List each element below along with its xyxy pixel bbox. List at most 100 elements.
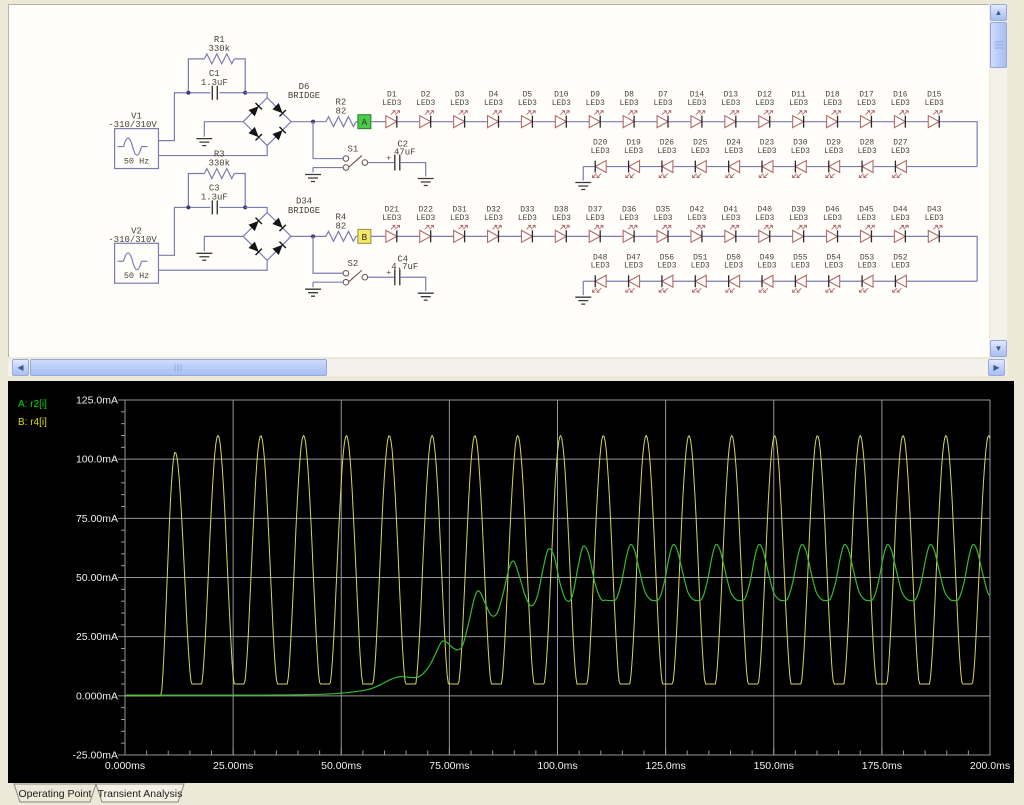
wire: [243, 98, 291, 146]
horizontal-scroll-thumb[interactable]: [30, 359, 327, 376]
led-triangle: [521, 230, 532, 242]
switch-name: S1: [348, 145, 359, 155]
led-D23[interactable]: D23LED3: [757, 139, 776, 178]
led-D28[interactable]: D28LED3: [857, 139, 876, 178]
led-D49[interactable]: D49LED3: [757, 253, 776, 292]
led-D47[interactable]: D47LED3: [624, 253, 643, 292]
led-triangle: [555, 116, 566, 128]
led-D25[interactable]: D25LED3: [691, 139, 710, 178]
symbol-stroke: [425, 225, 434, 229]
led-D51[interactable]: D51LED3: [691, 253, 710, 292]
led-D50[interactable]: D50LED3: [724, 253, 743, 292]
led-D27[interactable]: D27LED3: [891, 139, 910, 178]
tab-transient-analysis[interactable]: Transient Analysis: [96, 784, 184, 802]
led-triangle: [729, 161, 740, 173]
led-triangle: [928, 230, 939, 242]
led-type: LED3: [620, 214, 639, 223]
led-type: LED3: [857, 147, 876, 156]
x-axis-label: 25.00ms: [213, 760, 253, 772]
symbol-stroke: [826, 174, 835, 178]
switch-S1[interactable]: S1: [343, 145, 368, 171]
capacitor-C3[interactable]: C31.3uF: [188, 183, 245, 214]
wire: [204, 122, 243, 137]
resistor-R2[interactable]: R282: [326, 98, 356, 127]
led-type: LED3: [586, 99, 605, 108]
analysis-tab-bar: Operating Point Transient Analysis: [0, 783, 1024, 805]
symbol-stroke: [764, 111, 773, 115]
symbol-stroke: [933, 225, 942, 229]
symbol-stroke: [865, 225, 874, 229]
led-D30[interactable]: D30LED3: [791, 139, 810, 178]
resistor-R4[interactable]: R482: [326, 212, 356, 241]
symbol-stroke: [418, 293, 434, 300]
led-type: LED3: [755, 214, 774, 223]
led-type: LED3: [416, 214, 435, 223]
symbol-stroke: [526, 225, 535, 229]
tab-operating-point-label: Operating Point: [19, 788, 92, 800]
scroll-up-button[interactable]: ▲: [990, 4, 1007, 21]
led-D26[interactable]: D26LED3: [657, 139, 676, 178]
led-triangle: [589, 116, 600, 128]
polarity-plus: +: [386, 155, 391, 164]
probe-B[interactable]: B: [358, 229, 371, 243]
scroll-right-button[interactable]: ▶: [988, 359, 1005, 376]
led-D24[interactable]: D24LED3: [724, 139, 743, 178]
thumb-grip-icon: [174, 364, 183, 371]
symbol-stroke: [893, 288, 902, 292]
schematic-canvas[interactable]: V1-310/310V50 HzR1330kC11.3uFD6BRIDGER28…: [8, 4, 989, 357]
symbol-stroke: [832, 225, 841, 229]
led-triangle: [895, 275, 906, 287]
scroll-left-button[interactable]: ◀: [12, 359, 29, 376]
schematic-horizontal-scrollbar[interactable]: ◀ ▶: [8, 359, 1007, 376]
led-D55[interactable]: D55LED3: [791, 253, 810, 292]
symbol-stroke: [418, 179, 434, 186]
x-axis-label: 150.0ms: [754, 760, 794, 772]
led-type: LED3: [823, 99, 842, 108]
transient-plot-area[interactable]: 125.0mA100.0mA75.00mA50.00mA25.00mA0.000…: [8, 381, 1014, 783]
capacitor-C1[interactable]: C11.3uF: [188, 69, 245, 100]
led-D53[interactable]: D53LED3: [857, 253, 876, 292]
symbol-stroke: [730, 225, 739, 229]
capacitor-C4[interactable]: +C44.7uF: [386, 254, 418, 285]
symbol-stroke: [730, 111, 739, 115]
schematic-vertical-scrollbar[interactable]: ▲ ▼: [990, 4, 1007, 357]
led-D56[interactable]: D56LED3: [657, 253, 676, 292]
led-type: LED3: [724, 147, 743, 156]
led-type: LED3: [382, 99, 401, 108]
led-type: LED3: [382, 214, 401, 223]
led-type: LED3: [925, 99, 944, 108]
led-type: LED3: [891, 99, 910, 108]
scroll-down-button[interactable]: ▼: [990, 340, 1007, 357]
y-axis-label: 100.0mA: [76, 454, 118, 466]
wire: [245, 207, 267, 212]
y-axis-label: 125.0mA: [76, 395, 118, 407]
led-D54[interactable]: D54LED3: [824, 253, 843, 292]
voltage-source-V2[interactable]: V2-310/310V50 Hz: [108, 226, 158, 283]
vertical-scroll-thumb[interactable]: [990, 22, 1007, 68]
led-D48[interactable]: D48LED3: [591, 253, 610, 292]
led-D20[interactable]: D20LED3: [591, 139, 610, 178]
voltage-source-V1[interactable]: V1-310/310V50 Hz: [108, 112, 158, 169]
led-triangle: [629, 161, 640, 173]
bridge-D34[interactable]: D34BRIDGE: [243, 196, 320, 260]
resistor-zigzag: [204, 169, 234, 179]
led-triangle: [762, 275, 773, 287]
probe-A[interactable]: A: [358, 115, 371, 129]
led-triangle: [657, 230, 668, 242]
switch-S2[interactable]: S2: [343, 259, 368, 285]
tab-operating-point[interactable]: Operating Point: [14, 784, 96, 802]
transient-plot: 125.0mA100.0mA75.00mA50.00mA25.00mA0.000…: [8, 381, 1014, 783]
symbol-stroke: [659, 174, 668, 178]
wire: [234, 59, 245, 93]
resistor-value: 330k: [209, 159, 231, 169]
symbol-stroke: [693, 288, 702, 292]
bridge-D6[interactable]: D6BRIDGE: [243, 82, 320, 146]
led-D19[interactable]: D19LED3: [624, 139, 643, 178]
led-D29[interactable]: D29LED3: [824, 139, 843, 178]
led-triangle: [793, 116, 804, 128]
capacitor-C2[interactable]: +C247uF: [386, 140, 415, 171]
led-type: LED3: [789, 214, 808, 223]
led-D52[interactable]: D52LED3: [891, 253, 910, 292]
symbol-stroke: [899, 111, 908, 115]
led-triangle: [829, 275, 840, 287]
